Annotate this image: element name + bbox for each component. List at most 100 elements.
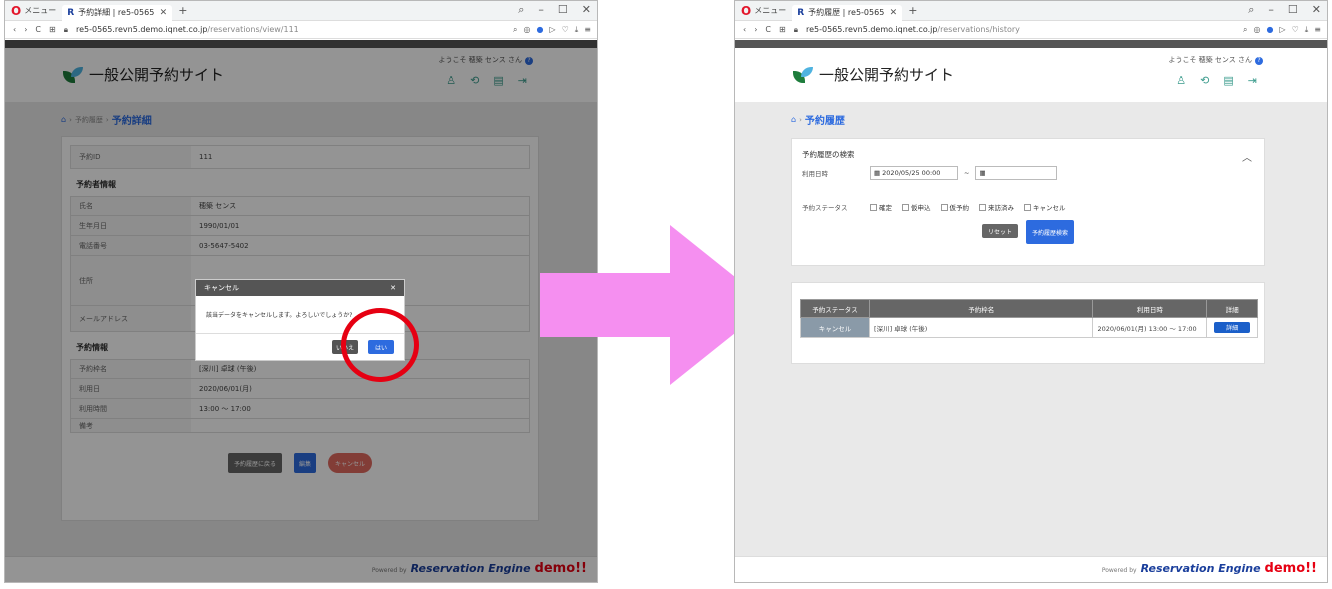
shield-icon[interactable]: ● [536,25,543,35]
tab-bar: O メニュー R 予約詳細 | re5-0565 ✕ + ⌕ – ☐ ✕ [5,1,597,21]
page: 一般公開予約サイト ようこそ 穂築 センス さん? ♙ ⟲ ▤ ⇥ ⌂ › 予約… [735,40,1327,582]
opera-icon[interactable]: O [11,4,21,18]
flow-icon[interactable]: ▷ [1279,25,1285,35]
minimize-icon[interactable]: – [1268,3,1274,17]
calendar-icon: ▦ [979,169,986,177]
url-field[interactable]: re5-0565.revn5.demo.iqnet.co.jp/reservat… [76,25,299,34]
tab-title: 予約履歴 | re5-0565 [808,8,885,17]
heart-icon[interactable]: ♡ [562,25,569,35]
logout-icon[interactable]: ⇥ [1248,74,1257,87]
search-icon[interactable]: ⌕ [513,25,517,35]
shield-icon[interactable]: ● [1266,25,1273,35]
tab-title: 予約詳細 | re5-0565 [78,8,155,17]
date-from-value: 2020/05/25 00:00 [882,169,941,177]
reload-icon[interactable]: C [35,25,41,34]
close-tab-icon[interactable]: ✕ [160,8,168,18]
user-icon[interactable]: ♙ [1176,74,1186,87]
heart-icon[interactable]: ♡ [1292,25,1299,35]
forward-icon[interactable]: › [24,25,27,34]
demo-badge: demo!! [1264,561,1317,576]
flow-icon[interactable]: ▷ [549,25,555,35]
detail-button[interactable]: 詳細 [1214,322,1251,333]
search-icon[interactable]: ⌕ [1248,3,1254,17]
status-checkbox[interactable]: 仮申込 [902,202,931,212]
history-icon[interactable]: ⟲ [1200,74,1209,87]
breadcrumb: ⌂ › 予約履歴 [791,112,845,127]
window-controls: ⌕ – ☐ ✕ [518,3,591,17]
col-detail: 詳細 [1206,299,1258,318]
welcome-text: ようこそ 穂築 センス さん? [1168,55,1263,65]
col-datetime: 利用日時 [1092,299,1208,318]
site-favicon: R [67,7,75,18]
modal-title: キャンセル [204,284,239,292]
download-icon[interactable]: ⤓ [1305,25,1309,35]
document-icon[interactable]: ▤ [1223,74,1233,87]
close-window-icon[interactable]: ✕ [582,3,591,17]
download-icon[interactable]: ⤓ [575,25,579,35]
status-filter: 予約ステータス 確定 仮申込 仮予約 来訪済み キャンセル [802,202,1254,212]
reset-button[interactable]: リセット [982,224,1018,238]
tilde: ~ [964,169,970,177]
maximize-icon[interactable]: ☐ [1288,3,1298,17]
status-cell: キャンセル [799,317,871,338]
results-card: 予約ステータス 予約枠名 利用日時 詳細 キャンセル [深川] 卓球 (午後) … [791,282,1265,364]
status-checkbox[interactable]: 確定 [870,202,892,212]
camera-icon[interactable]: ◎ [1253,25,1260,35]
header-icons: ♙ ⟲ ▤ ⇥ [1176,74,1257,87]
menu-label[interactable]: メニュー [24,5,56,16]
search-icon[interactable]: ⌕ [1243,25,1247,35]
site-logo[interactable]: 一般公開予約サイト [793,64,954,85]
window-controls: ⌕ – ☐ ✕ [1248,3,1321,17]
table-row: キャンセル [深川] 卓球 (午後) 2020/06/01(月) 13:00 ～… [799,317,1258,338]
address-bar: ‹ › C ⊞ 🔒︎ re5-0565.revn5.demo.iqnet.co.… [735,21,1327,39]
left-browser-window: O メニュー R 予約詳細 | re5-0565 ✕ + ⌕ – ☐ ✕ ‹ ›… [4,0,598,583]
reload-icon[interactable]: C [765,25,771,34]
browser-tab[interactable]: R 予約詳細 | re5-0565 ✕ [62,4,173,21]
date-label: 利用日時 [802,170,828,178]
menu-icon[interactable]: ≡ [1314,25,1321,35]
opera-icon[interactable]: O [741,4,751,18]
camera-icon[interactable]: ◎ [523,25,530,35]
minimize-icon[interactable]: – [538,3,544,17]
leaf-logo-icon [793,66,813,83]
highlight-circle [341,308,419,382]
close-tab-icon[interactable]: ✕ [890,8,898,18]
new-tab-icon[interactable]: + [908,4,917,17]
maximize-icon[interactable]: ☐ [558,3,568,17]
forward-icon[interactable]: › [754,25,757,34]
close-icon[interactable]: ✕ [390,284,396,292]
status-checkbox[interactable]: キャンセル [1024,202,1066,212]
site-name: 一般公開予約サイト [819,66,955,84]
detail-cell: 詳細 [1206,317,1258,338]
date-to-input[interactable]: ▦ [975,166,1058,180]
collapse-icon[interactable]: ︿ [1242,149,1252,164]
lock-icon: 🔒︎ [793,24,798,34]
address-actions: ⌕ ◎ ● ▷ ♡ ⤓ ≡ [513,25,591,35]
close-window-icon[interactable]: ✕ [1312,3,1321,17]
powered-by: Powered by Reservation Engine demo!! [1102,561,1317,576]
back-icon[interactable]: ‹ [743,25,746,34]
speed-dial-icon[interactable]: ⊞ [779,25,786,34]
status-label: 予約ステータス [802,204,848,212]
speed-dial-icon[interactable]: ⊞ [49,25,56,34]
browser-tab[interactable]: R 予約履歴 | re5-0565 ✕ [792,4,903,21]
help-icon[interactable]: ? [1255,57,1263,65]
url-field[interactable]: re5-0565.revn5.demo.iqnet.co.jp/reservat… [806,25,1020,34]
top-bar [735,40,1327,48]
search-buttons: リセット 予約履歴検索 [802,220,1254,244]
tab-bar: O メニュー R 予約履歴 | re5-0565 ✕ + ⌕ – ☐ ✕ [735,1,1327,21]
history-search-button[interactable]: 予約履歴検索 [1026,220,1074,244]
search-icon[interactable]: ⌕ [518,3,524,17]
name-cell: [深川] 卓球 (午後) [869,317,1094,338]
footer: Powered by Reservation Engine demo!! [735,556,1327,582]
home-icon[interactable]: ⌂ [791,115,796,124]
search-card: 予約履歴の検索 ︿ 利用日時 ▦ 2020/05/25 00:00 ~ ▦ 予約ス… [791,138,1265,266]
menu-icon[interactable]: ≡ [584,25,591,35]
menu-label[interactable]: メニュー [754,5,786,16]
status-checkbox[interactable]: 仮予約 [940,202,969,212]
status-checkbox[interactable]: 来訪済み [979,202,1014,212]
new-tab-icon[interactable]: + [178,4,187,17]
powered-label: Powered by [1101,567,1137,574]
date-from-input[interactable]: ▦ 2020/05/25 00:00 [870,166,958,180]
back-icon[interactable]: ‹ [13,25,16,34]
